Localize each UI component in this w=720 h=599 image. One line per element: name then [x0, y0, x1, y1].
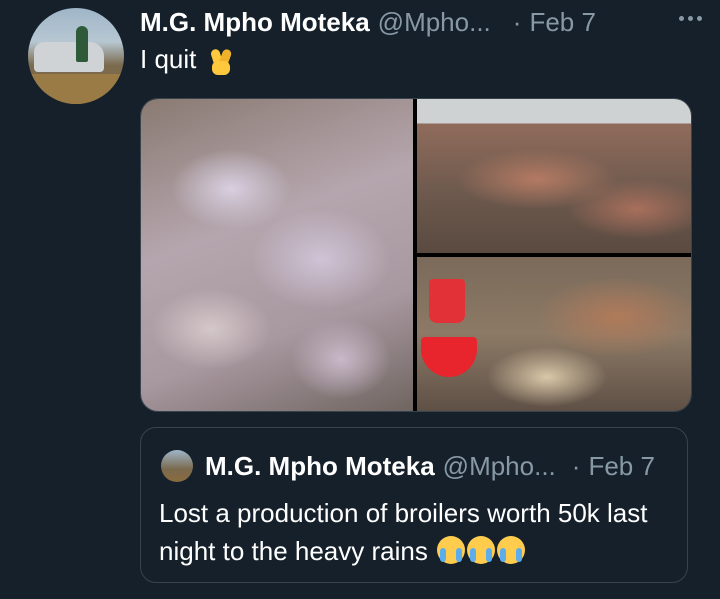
crying-face-icon [467, 536, 496, 564]
quoted-separator-dot: · [571, 450, 581, 481]
media-image-3[interactable] [417, 257, 691, 411]
author-handle[interactable]: @Mpho... [378, 7, 491, 38]
crying-face-icon [437, 536, 466, 564]
tweet-date[interactable]: Feb 7 [529, 7, 596, 38]
quoted-tweet-date: Feb 7 [588, 450, 655, 481]
author-avatar[interactable] [28, 8, 124, 104]
avatar-car [34, 42, 104, 72]
media-image-1[interactable] [141, 99, 413, 411]
quoted-tweet-text: Lost a production of broilers worth 50k … [159, 494, 669, 570]
quoted-author-handle: @Mpho... [442, 450, 556, 481]
quoted-tweet-text-content: Lost a production of broilers worth 50k … [159, 498, 648, 566]
tweet-text-content: I quit [140, 44, 197, 74]
media-grid [140, 98, 692, 412]
quoted-tweet-header: M.G. Mpho Moteka @Mpho... · Feb 7 [205, 448, 673, 484]
tweet-header: M.G. Mpho Moteka @Mpho... · Feb 7 [140, 5, 706, 39]
separator-dot: · [512, 6, 522, 37]
more-options-icon[interactable] [679, 16, 702, 21]
quoted-tweet[interactable]: M.G. Mpho Moteka @Mpho... · Feb 7 Lost a… [140, 427, 688, 583]
quoted-author-avatar [161, 450, 193, 482]
red-bucket-image [429, 279, 465, 323]
red-feeder-image [421, 337, 477, 377]
crossed-fingers-icon [208, 45, 234, 75]
crying-face-icon [497, 536, 526, 564]
avatar-person [76, 26, 88, 62]
avatar-ground [28, 74, 124, 104]
media-image-2[interactable] [417, 99, 691, 253]
tweet-text: I quit [140, 44, 234, 75]
author-name[interactable]: M.G. Mpho Moteka [140, 7, 370, 38]
quoted-author-name: M.G. Mpho Moteka [205, 450, 435, 481]
